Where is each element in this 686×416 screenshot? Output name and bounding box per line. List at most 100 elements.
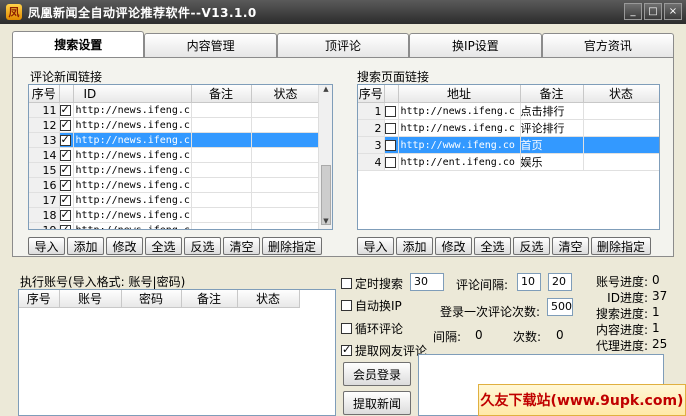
table-row[interactable]: 17 http://news.ifeng.c <box>29 192 321 208</box>
col-header[interactable]: 密码 <box>121 290 182 308</box>
search-links-label: 搜索页面链接 <box>357 70 430 84</box>
row-checkbox[interactable] <box>59 162 74 178</box>
col-header[interactable]: ID <box>73 85 192 103</box>
checkbox[interactable] <box>59 208 71 221</box>
auto-ip-option[interactable]: 自动换IP <box>341 297 402 314</box>
checkbox[interactable] <box>341 278 352 289</box>
add-button[interactable]: 添加 <box>396 237 433 255</box>
edit-button[interactable]: 修改 <box>106 237 143 255</box>
col-header[interactable]: 备注 <box>520 85 584 103</box>
vertical-scrollbar[interactable]: ▲ ▼ <box>318 85 332 229</box>
col-header[interactable]: 序号 <box>29 85 60 103</box>
scroll-down-icon[interactable]: ▼ <box>319 217 332 229</box>
fetch-news-button[interactable]: 提取新闻 <box>343 391 411 415</box>
login-once-input[interactable]: 500 <box>547 298 573 316</box>
col-header[interactable]: 状态 <box>237 290 300 308</box>
tab-ip-settings[interactable]: 换IP设置 <box>409 33 542 57</box>
comment-links-table[interactable]: 序号 ID 备注 状态 11 http://news.ifeng.c 12 http:… <box>28 84 333 230</box>
table-row[interactable]: 19 http://news.ifeng.c <box>29 222 321 229</box>
row-checkbox[interactable] <box>59 102 74 118</box>
minimize-button[interactable]: _ <box>624 3 642 20</box>
maximize-button[interactable]: □ <box>644 3 662 20</box>
member-login-button[interactable]: 会员登录 <box>343 362 411 386</box>
import-button[interactable]: 导入 <box>28 237 65 255</box>
checkbox[interactable] <box>341 300 352 311</box>
checkbox[interactable] <box>384 123 396 134</box>
close-button[interactable]: × <box>664 3 682 20</box>
col-header[interactable]: 状态 <box>251 85 321 103</box>
tab-search-settings[interactable]: 搜索设置 <box>12 31 145 57</box>
row-checkbox[interactable] <box>59 132 74 148</box>
invert-selection-button[interactable]: 反选 <box>184 237 221 255</box>
row-status <box>583 119 659 137</box>
table-row[interactable]: 3 http://www.ifeng.co 首页 <box>358 136 659 154</box>
interval-max-input[interactable]: 20 <box>548 273 572 291</box>
row-checkbox[interactable] <box>384 119 399 137</box>
col-header[interactable]: 备注 <box>191 85 252 103</box>
loop-comment-option[interactable]: 循环评论 <box>341 320 403 337</box>
scroll-thumb[interactable] <box>321 165 331 225</box>
col-header[interactable]: 地址 <box>398 85 521 103</box>
checkbox[interactable] <box>384 140 396 151</box>
checkbox[interactable] <box>59 148 71 161</box>
table-row[interactable]: 13 http://news.ifeng.c <box>29 132 321 148</box>
col-header[interactable]: 序号 <box>358 85 385 103</box>
checkbox[interactable] <box>59 193 71 206</box>
timed-search-option[interactable]: 定时搜索 <box>341 275 403 292</box>
table-row[interactable]: 16 http://news.ifeng.c <box>29 177 321 193</box>
row-number: 18 <box>29 207 60 223</box>
checkbox[interactable] <box>59 163 71 176</box>
edit-button[interactable]: 修改 <box>435 237 472 255</box>
search-links-table[interactable]: 序号 地址 备注 状态 1 http://news.ifeng.c 点击排行 2 htt… <box>357 84 660 230</box>
checkbox-checked[interactable] <box>341 343 352 356</box>
table-row[interactable]: 2 http://news.ifeng.c 评论排行 <box>358 119 659 137</box>
table-row[interactable]: 15 http://news.ifeng.c <box>29 162 321 178</box>
delete-selected-button[interactable]: 删除指定 <box>262 237 322 255</box>
checkbox[interactable] <box>59 178 71 191</box>
row-checkbox[interactable] <box>59 207 74 223</box>
times-label: 次数: <box>513 330 542 344</box>
tab-official-news[interactable]: 官方资讯 <box>541 33 675 57</box>
col-header[interactable]: 状态 <box>583 85 659 103</box>
scroll-up-icon[interactable]: ▲ <box>319 85 332 97</box>
table-row[interactable]: 4 http://ent.ifeng.co 娱乐 <box>358 153 659 171</box>
checkbox[interactable] <box>384 106 396 117</box>
add-button[interactable]: 添加 <box>67 237 104 255</box>
timed-search-input[interactable]: 30 <box>410 273 444 291</box>
row-checkbox[interactable] <box>59 117 74 133</box>
tab-content-management[interactable]: 内容管理 <box>144 33 277 57</box>
row-checkbox[interactable] <box>384 136 399 154</box>
table-row[interactable]: 18 http://news.ifeng.c <box>29 207 321 223</box>
import-button[interactable]: 导入 <box>357 237 394 255</box>
clear-button[interactable]: 清空 <box>552 237 589 255</box>
checkbox[interactable] <box>341 323 352 334</box>
col-header[interactable]: 备注 <box>181 290 238 308</box>
table-row[interactable]: 14 http://news.ifeng.c <box>29 147 321 163</box>
checkbox[interactable] <box>384 157 396 168</box>
fetch-comments-label: 提取网友评论 <box>355 344 428 358</box>
col-header[interactable]: 账号 <box>59 290 122 308</box>
checkbox[interactable] <box>59 103 71 116</box>
checkbox[interactable] <box>59 223 71 229</box>
row-checkbox[interactable] <box>59 147 74 163</box>
row-checkbox[interactable] <box>59 222 74 229</box>
clear-button[interactable]: 清空 <box>223 237 260 255</box>
select-all-button[interactable]: 全选 <box>474 237 511 255</box>
tab-upvote-comments[interactable]: 顶评论 <box>276 33 410 57</box>
table-row[interactable]: 1 http://news.ifeng.c 点击排行 <box>358 102 659 120</box>
fetch-comments-option[interactable]: 提取网友评论 <box>341 342 427 359</box>
accounts-table[interactable]: 序号 账号 密码 备注 状态 <box>18 289 336 416</box>
row-checkbox[interactable] <box>384 153 399 171</box>
table-row[interactable]: 11 http://news.ifeng.c <box>29 102 321 118</box>
row-checkbox[interactable] <box>59 177 74 193</box>
table-row[interactable]: 12 http://news.ifeng.c <box>29 117 321 133</box>
interval-min-input[interactable]: 10 <box>517 273 541 291</box>
row-checkbox[interactable] <box>384 102 399 120</box>
row-checkbox[interactable] <box>59 192 74 208</box>
col-header[interactable]: 序号 <box>19 290 60 308</box>
delete-selected-button[interactable]: 删除指定 <box>591 237 651 255</box>
select-all-button[interactable]: 全选 <box>145 237 182 255</box>
invert-selection-button[interactable]: 反选 <box>513 237 550 255</box>
checkbox[interactable] <box>59 118 71 131</box>
checkbox[interactable] <box>59 133 71 146</box>
